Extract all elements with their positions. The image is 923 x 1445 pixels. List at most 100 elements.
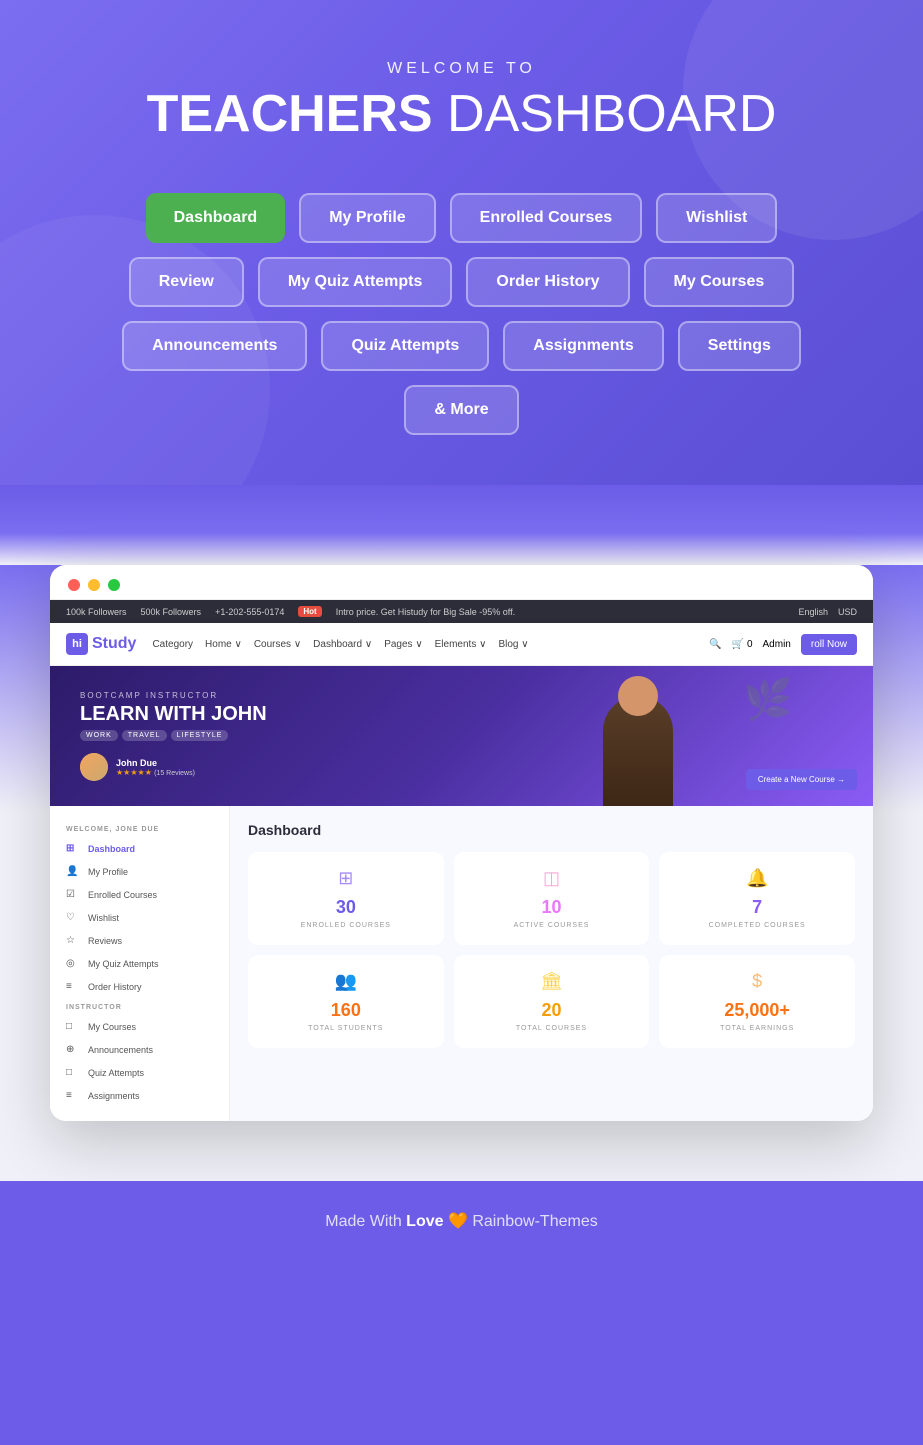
totalcourses-number: 20 (466, 1000, 638, 1021)
nav-btn-mycourses[interactable]: My Courses (644, 257, 795, 307)
dashboard-sidebar: WELCOME, JONE DUE ⊞ Dashboard 👤 My Profi… (50, 806, 230, 1121)
search-icon[interactable]: 🔍 (709, 639, 721, 650)
sidebar-item-wishlist[interactable]: ♡ Wishlist (50, 906, 229, 929)
browser-dot-red (68, 579, 80, 591)
phone: +1-202-555-0174 (215, 607, 284, 617)
mycourses-icon: □ (66, 1021, 80, 1032)
sidebar-item-mycourses[interactable]: □ My Courses (50, 1015, 229, 1038)
completed-number: 7 (671, 897, 843, 918)
nav-btn-myquizattempts[interactable]: My Quiz Attempts (258, 257, 453, 307)
sidebar-item-enrolledcourses[interactable]: ☑ Enrolled Courses (50, 883, 229, 906)
main-dashboard: Dashboard ⊞ 30 ENROLLED COURSES ◫ 10 ACT… (230, 806, 873, 1121)
nav-btn-quizattempts[interactable]: Quiz Attempts (321, 321, 489, 371)
sidebar-label-myprofile: My Profile (88, 867, 128, 877)
enrolled-stat-icon: ⊞ (260, 868, 432, 889)
nav-btn-enrolledcourses[interactable]: Enrolled Courses (450, 193, 642, 243)
announcements-icon: ⊕ (66, 1044, 80, 1055)
nav-pages[interactable]: Pages ∨ (384, 639, 422, 650)
person-illustration (603, 696, 673, 806)
top-announcement-bar: 100k Followers 500k Followers +1-202-555… (50, 600, 873, 623)
wishlist-icon: ♡ (66, 912, 80, 923)
stats-grid-row2: 👥 160 TOTAL STUDENTS 🏛 20 TOTAL COURSES … (248, 955, 855, 1048)
reviews-icon: ☆ (66, 935, 80, 946)
fb-followers: 100k Followers (66, 607, 127, 617)
sidebar-item-orderhistory[interactable]: ≡ Order History (50, 975, 229, 998)
nav-btn-dashboard[interactable]: Dashboard (146, 193, 286, 243)
cart-icon[interactable]: 🛒 0 (732, 639, 753, 650)
sidebar-item-quiz-attempts[interactable]: □ Quiz Attempts (50, 1061, 229, 1084)
active-label: ACTIVE COURSES (466, 922, 638, 929)
banner-label: BOOTCAMP INSTRUCTOR (80, 691, 267, 700)
browser-mockup: 100k Followers 500k Followers +1-202-555… (50, 565, 873, 1121)
nav-btn-review[interactable]: Review (129, 257, 244, 307)
footer-text-before: Made With (325, 1213, 401, 1230)
browser-chrome-bar (50, 565, 873, 600)
hero-section: WELCOME TO TEACHERS DASHBOARD Dashboard … (0, 0, 923, 485)
logo-icon: hi (66, 633, 88, 655)
footer-heart: 🧡 (448, 1213, 468, 1230)
enroll-button[interactable]: roll Now (801, 634, 857, 655)
wave-divider (0, 485, 923, 565)
banner-tag-travel: TRAVEL (122, 730, 167, 741)
sidebar-item-dashboard[interactable]: ⊞ Dashboard (50, 837, 229, 860)
sidebar-item-quizattempts[interactable]: ◎ My Quiz Attempts (50, 952, 229, 975)
browser-dot-green (108, 579, 120, 591)
top-bar-right: English USD (798, 607, 857, 617)
page-footer: Made With Love 🧡 Rainbow-Themes (0, 1181, 923, 1261)
earnings-number: 25,000+ (671, 1000, 843, 1021)
create-course-button[interactable]: Create a New Course → (746, 769, 857, 790)
sidebar-label-dashboard: Dashboard (88, 844, 135, 854)
quiz2-icon: □ (66, 1067, 80, 1078)
completed-stat-icon: 🔔 (671, 868, 843, 889)
site-nav-bar: hi Study Category Home ∨ Courses ∨ Dashb… (50, 623, 873, 666)
instructor-stars: ★★★★★ (15 Reviews) (116, 768, 195, 777)
sidebar-item-announcements[interactable]: ⊕ Announcements (50, 1038, 229, 1061)
nav-elements[interactable]: Elements ∨ (435, 639, 487, 650)
sidebar-label-wishlist: Wishlist (88, 913, 119, 923)
stat-students: 👥 160 TOTAL STUDENTS (248, 955, 444, 1048)
nav-btn-announcements[interactable]: Announcements (122, 321, 307, 371)
hero-subtitle: WELCOME TO (40, 60, 883, 78)
nav-items: Category Home ∨ Courses ∨ Dashboard ∨ Pa… (152, 639, 528, 650)
totalcourses-stat-icon: 🏛 (466, 971, 638, 992)
totalcourses-label: TOTAL COURSES (466, 1025, 638, 1032)
nav-home[interactable]: Home ∨ (205, 639, 242, 650)
nav-btn-settings[interactable]: Settings (678, 321, 801, 371)
stat-completed: 🔔 7 COMPLETED COURSES (659, 852, 855, 945)
enrolled-label: ENROLLED COURSES (260, 922, 432, 929)
sidebar-item-reviews[interactable]: ☆ Reviews (50, 929, 229, 952)
profile-icon: 👤 (66, 866, 80, 877)
nav-courses[interactable]: Courses ∨ (254, 639, 301, 650)
active-number: 10 (466, 897, 638, 918)
nav-btn-more[interactable]: & More (404, 385, 518, 435)
logo-text: Study (92, 635, 136, 653)
sidebar-label-reviews: Reviews (88, 936, 122, 946)
lang: English (798, 607, 828, 617)
dashboard-content: WELCOME, JONE DUE ⊞ Dashboard 👤 My Profi… (50, 806, 873, 1121)
stats-grid-row1: ⊞ 30 ENROLLED COURSES ◫ 10 ACTIVE COURSE… (248, 852, 855, 945)
nav-btn-assignments[interactable]: Assignments (503, 321, 663, 371)
dashboard-icon: ⊞ (66, 843, 80, 854)
footer-brand: Rainbow-Themes (472, 1213, 597, 1230)
nav-dashboard[interactable]: Dashboard ∨ (313, 639, 372, 650)
sidebar-label-order: Order History (88, 982, 142, 992)
earnings-label: TOTAL EARNINGS (671, 1025, 843, 1032)
nav-btn-myprofile[interactable]: My Profile (299, 193, 435, 243)
quiz-icon: ◎ (66, 958, 80, 969)
nav-btn-orderhistory[interactable]: Order History (466, 257, 629, 307)
footer-love: Love (406, 1213, 443, 1230)
nav-blog[interactable]: Blog ∨ (498, 639, 528, 650)
order-icon: ≡ (66, 981, 80, 992)
instructor-profile: John Due ★★★★★ (15 Reviews) (80, 753, 267, 781)
sidebar-item-assignments[interactable]: ≡ Assignments (50, 1084, 229, 1107)
nav-category[interactable]: Category (152, 639, 193, 650)
enrolled-number: 30 (260, 897, 432, 918)
site-logo[interactable]: hi Study (66, 633, 136, 655)
sidebar-item-myprofile[interactable]: 👤 My Profile (50, 860, 229, 883)
nav-btn-wishlist[interactable]: Wishlist (656, 193, 777, 243)
instructor-avatar (80, 753, 108, 781)
promo-text: Intro price. Get Histudy for Big Sale -9… (336, 607, 515, 617)
instructor-hero-banner: BOOTCAMP INSTRUCTOR LEARN WITH JOHN WORK… (50, 666, 873, 806)
earnings-stat-icon: $ (671, 971, 843, 992)
enrolled-icon: ☑ (66, 889, 80, 900)
